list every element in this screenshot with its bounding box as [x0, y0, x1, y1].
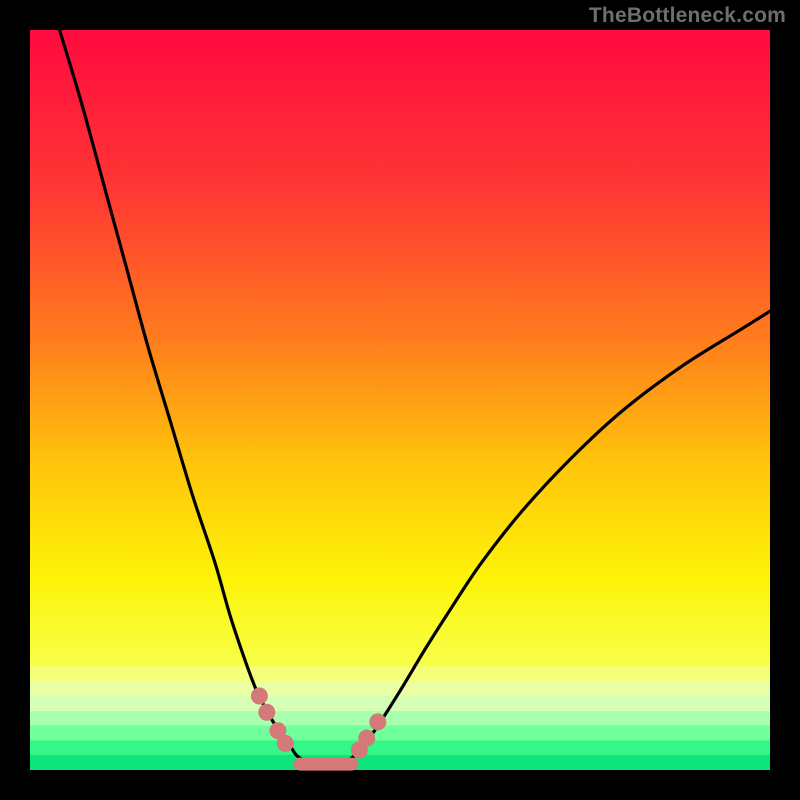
marker-point	[358, 730, 375, 747]
watermark-text: TheBottleneck.com	[589, 4, 786, 28]
marker-point	[277, 735, 294, 752]
chart-frame: TheBottleneck.com	[0, 0, 800, 800]
marker-point	[251, 688, 268, 705]
marker-point	[369, 713, 386, 730]
marker-point	[258, 704, 275, 721]
bottleneck-chart	[0, 0, 800, 800]
plot-background	[30, 30, 770, 770]
